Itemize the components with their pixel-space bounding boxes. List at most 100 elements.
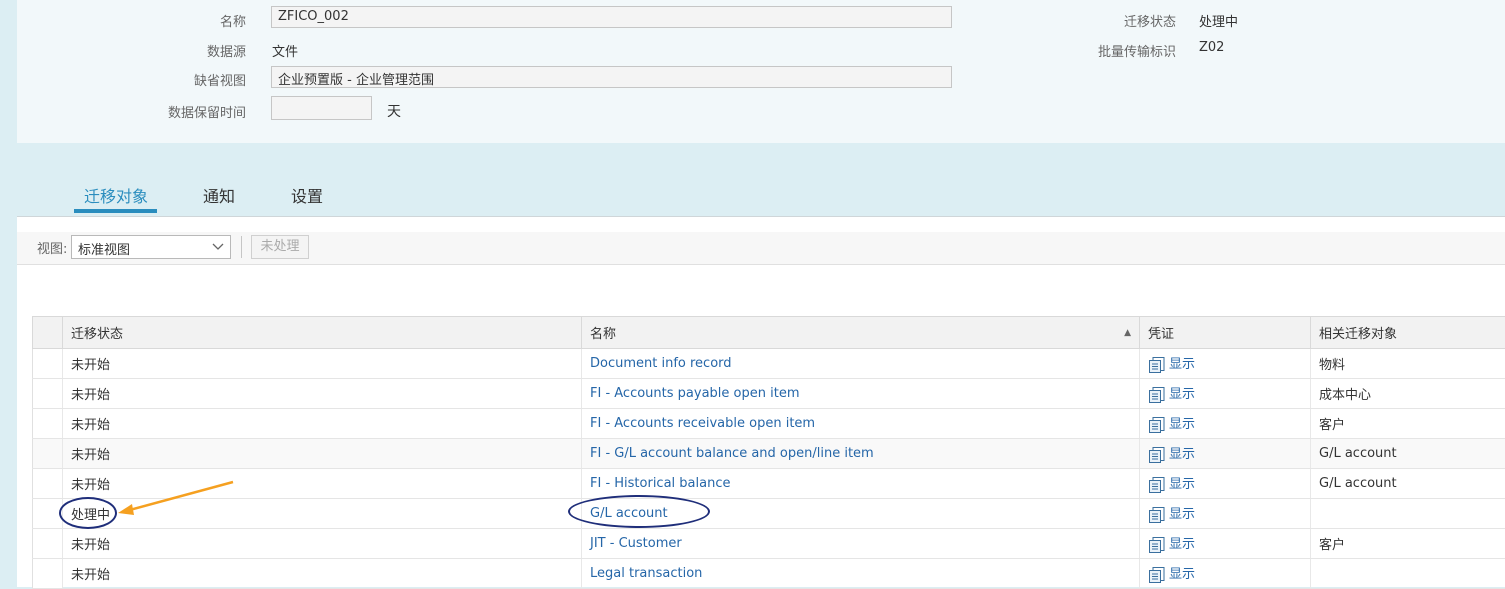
active-tab-indicator xyxy=(74,209,157,213)
annotation-arrow-icon xyxy=(110,478,240,518)
column-header-document[interactable]: 凭证 xyxy=(1140,317,1311,349)
show-document-link[interactable]: 显示 xyxy=(1169,417,1195,432)
show-document-link[interactable]: 显示 xyxy=(1169,507,1195,522)
status-text: 未开始 xyxy=(71,448,110,463)
cell-related: 客户 xyxy=(1311,529,1505,559)
show-document-link[interactable]: 显示 xyxy=(1169,477,1195,492)
cell-document: 显示 xyxy=(1140,469,1311,499)
retention-unit: 天 xyxy=(387,101,401,121)
status-text: 未开始 xyxy=(71,388,110,403)
show-document-link[interactable]: 显示 xyxy=(1169,537,1195,552)
tab-notifications[interactable]: 通知 xyxy=(203,183,235,207)
migration-object-link[interactable]: Document info record xyxy=(590,356,732,371)
table-row[interactable]: 未开始 FI - Historical balance 显示 G/L account xyxy=(33,469,1505,499)
tab-migration-objects[interactable]: 迁移对象 xyxy=(84,183,148,207)
table-row[interactable]: 未开始 Legal transaction 显示 xyxy=(33,559,1505,589)
migration-object-link[interactable]: FI - Accounts receivable open item xyxy=(590,416,815,431)
batch-id-label: 批量传输标识 xyxy=(1036,41,1176,60)
table-row[interactable]: 未开始 Document info record 显示 物料 xyxy=(33,349,1505,379)
unprocessed-button[interactable]: 未处理 xyxy=(251,235,309,259)
name-field[interactable]: ZFICO_002 xyxy=(271,6,952,28)
table-header-row: 迁移状态 名称 ▲ 凭证 相关迁移对象 xyxy=(33,317,1505,349)
migration-object-link[interactable]: Legal transaction xyxy=(590,566,702,581)
cell-name: FI - G/L account balance and open/line i… xyxy=(582,439,1140,469)
document-icon[interactable] xyxy=(1148,416,1166,434)
migration-object-link[interactable]: G/L account xyxy=(590,506,668,521)
batch-id-value: Z02 xyxy=(1199,40,1224,55)
show-document-link[interactable]: 显示 xyxy=(1169,387,1195,402)
table-row[interactable]: 未开始 JIT - Customer 显示 客户 xyxy=(33,529,1505,559)
default-view-field[interactable]: 企业预置版 - 企业管理范围 xyxy=(271,66,952,88)
retention-field[interactable] xyxy=(271,96,372,120)
show-document-link[interactable]: 显示 xyxy=(1169,357,1195,372)
column-header-related[interactable]: 相关迁移对象 xyxy=(1311,317,1505,349)
cell-name: Document info record xyxy=(582,349,1140,379)
status-text: 未开始 xyxy=(71,568,110,583)
cell-related xyxy=(1311,499,1505,529)
status-text: 未开始 xyxy=(71,538,110,553)
document-icon[interactable] xyxy=(1148,506,1166,524)
row-selector[interactable] xyxy=(33,559,63,589)
source-value: 文件 xyxy=(272,41,298,60)
related-object-text: G/L account xyxy=(1319,446,1397,461)
row-selector[interactable] xyxy=(33,439,63,469)
table-row[interactable]: 处理中G/L account显示 xyxy=(33,499,1505,529)
view-selector-value: 标准视图 xyxy=(78,239,130,258)
show-document-link[interactable]: 显示 xyxy=(1169,447,1195,462)
cell-related xyxy=(1311,559,1505,589)
cell-status: 未开始 xyxy=(63,559,582,589)
cell-related: 客户 xyxy=(1311,409,1505,439)
cell-status: 未开始 xyxy=(63,409,582,439)
row-selector-header[interactable] xyxy=(33,317,63,349)
document-icon[interactable] xyxy=(1148,446,1166,464)
chevron-down-icon xyxy=(212,240,224,252)
default-view-label: 缺省视图 xyxy=(106,70,246,89)
cell-related: 物料 xyxy=(1311,349,1505,379)
migration-object-link[interactable]: FI - Historical balance xyxy=(590,476,730,491)
cell-document: 显示 xyxy=(1140,409,1311,439)
table-row[interactable]: 未开始 FI - Accounts payable open item 显示 成本中心 xyxy=(33,379,1505,409)
status-text: 未开始 xyxy=(71,478,110,493)
row-selector[interactable] xyxy=(33,499,63,529)
column-header-name[interactable]: 名称 ▲ xyxy=(582,317,1140,349)
row-selector[interactable] xyxy=(33,349,63,379)
cell-name: FI - Historical balance xyxy=(582,469,1140,499)
related-object-text: 客户 xyxy=(1319,418,1345,433)
status-text: 未开始 xyxy=(71,418,110,433)
migration-object-link[interactable]: FI - Accounts payable open item xyxy=(590,386,799,401)
migration-objects-table: 迁移状态 名称 ▲ 凭证 相关迁移对象 未开始 Document info rec… xyxy=(32,316,1505,589)
cell-document: 显示 xyxy=(1140,529,1311,559)
migration-status-value: 处理中 xyxy=(1199,11,1238,30)
document-icon[interactable] xyxy=(1148,566,1166,584)
tab-settings[interactable]: 设置 xyxy=(291,183,323,207)
cell-status: 未开始 xyxy=(63,349,582,379)
row-selector[interactable] xyxy=(33,379,63,409)
table-row[interactable]: 未开始 FI - G/L account balance and open/lin… xyxy=(33,439,1505,469)
migration-object-link[interactable]: FI - G/L account balance and open/line i… xyxy=(590,446,874,461)
column-header-status[interactable]: 迁移状态 xyxy=(63,317,582,349)
tab-bar: 迁移对象 通知 设置 xyxy=(0,143,1505,215)
row-selector[interactable] xyxy=(33,529,63,559)
cell-document: 显示 xyxy=(1140,349,1311,379)
document-icon[interactable] xyxy=(1148,476,1166,494)
document-icon[interactable] xyxy=(1148,386,1166,404)
cell-name: G/L account xyxy=(582,499,1140,529)
related-object-text: 物料 xyxy=(1319,358,1345,373)
table-row[interactable]: 未开始 FI - Accounts receivable open item 显示 客… xyxy=(33,409,1505,439)
show-document-link[interactable]: 显示 xyxy=(1169,567,1195,582)
related-object-text: 客户 xyxy=(1319,538,1345,553)
document-icon[interactable] xyxy=(1148,356,1166,374)
cell-related: G/L account xyxy=(1311,469,1505,499)
sort-ascending-icon: ▲ xyxy=(1124,328,1131,338)
related-object-text: G/L account xyxy=(1319,476,1397,491)
cell-document: 显示 xyxy=(1140,559,1311,589)
view-selector-label: 视图: xyxy=(37,238,67,257)
cell-document: 显示 xyxy=(1140,499,1311,529)
row-selector[interactable] xyxy=(33,409,63,439)
related-object-text: 成本中心 xyxy=(1319,388,1371,403)
cell-document: 显示 xyxy=(1140,439,1311,469)
view-selector[interactable]: 标准视图 xyxy=(71,235,231,259)
document-icon[interactable] xyxy=(1148,536,1166,554)
migration-object-link[interactable]: JIT - Customer xyxy=(590,536,682,551)
row-selector[interactable] xyxy=(33,469,63,499)
